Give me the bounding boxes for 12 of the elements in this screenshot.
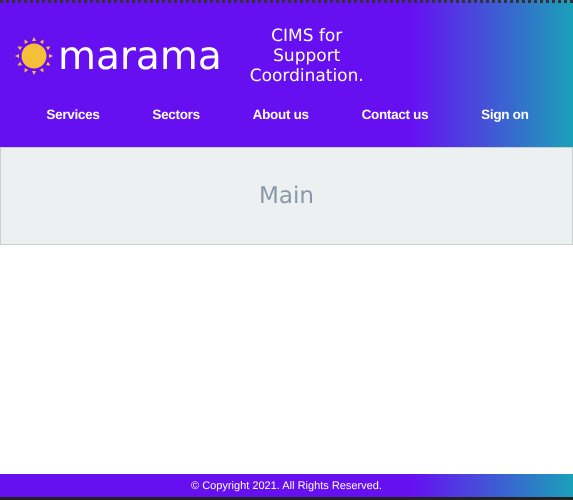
nav-link[interactable]: Sectors [152,107,200,122]
logo-text: marama [58,36,222,76]
nav-link[interactable]: Sign on [481,107,529,122]
nav-link[interactable]: Contact us [362,107,428,122]
copyright-text: © Copyright 2021. All Rights Reserved. [191,480,382,492]
tagline-line: Support [273,46,340,66]
nav-link[interactable]: Services [46,107,100,122]
main-heading: Main [259,183,314,209]
nav-link[interactable]: About us [252,107,309,122]
sun-icon [14,36,54,76]
tagline-line: Coordination. [250,66,364,86]
tagline-line: CIMS for [271,26,342,46]
